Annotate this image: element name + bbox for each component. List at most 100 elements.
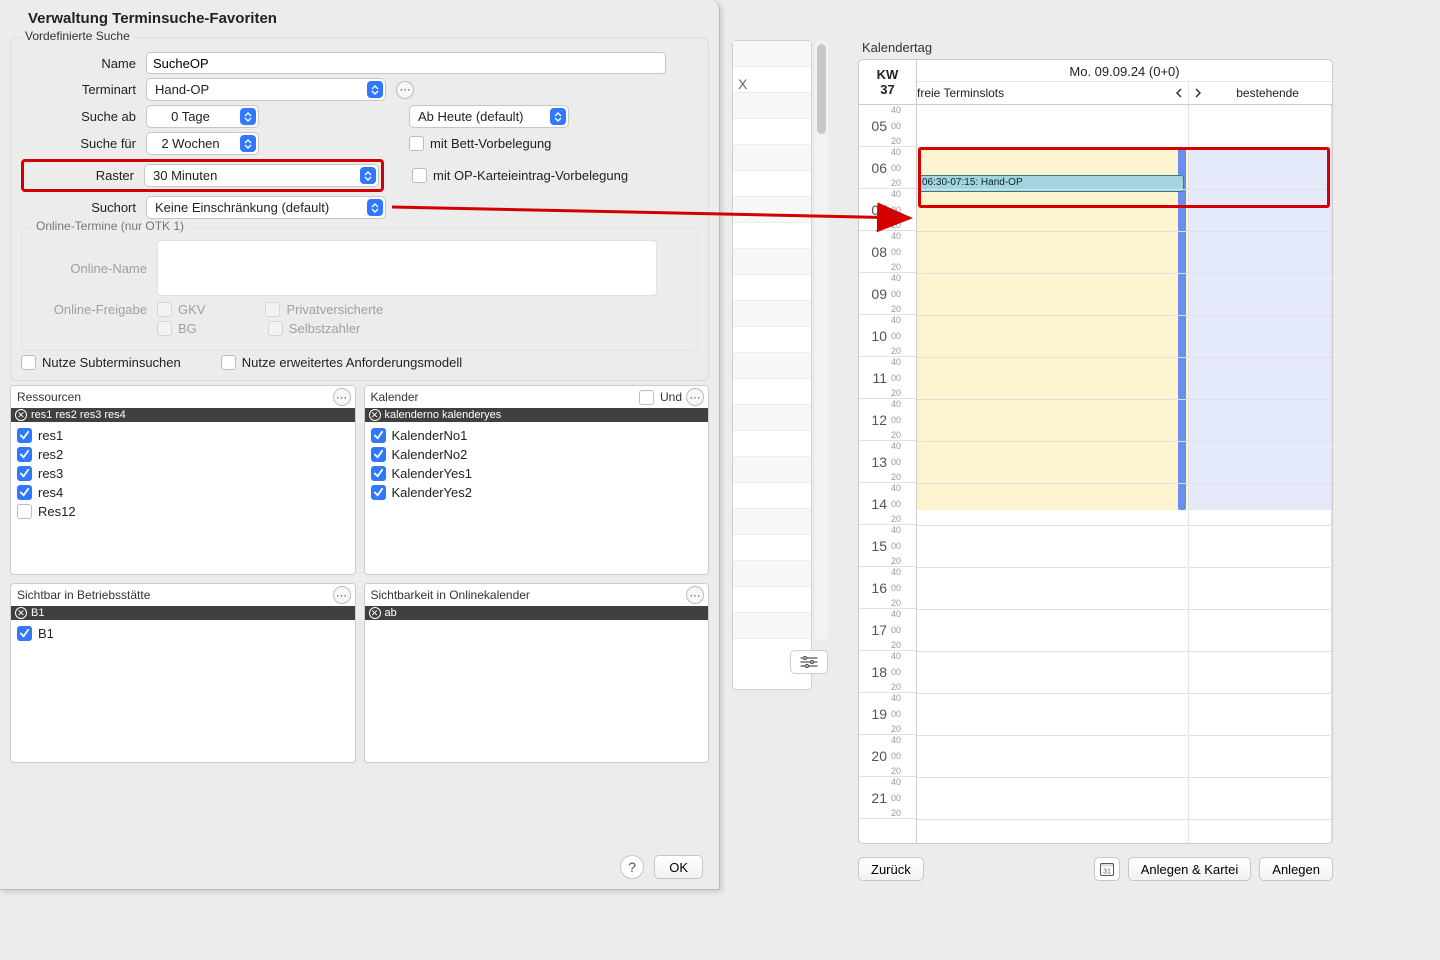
bg-checkbox: BG <box>157 321 197 336</box>
list-item-label: res2 <box>38 447 63 462</box>
raster-highlight-box: Raster 30 Minuten <box>21 159 384 192</box>
label-suchort: Suchort <box>21 200 136 215</box>
clear-icon[interactable]: ✕ <box>15 607 27 619</box>
suche-ab-value: 0 Tage <box>147 109 234 124</box>
list-item[interactable]: Res12 <box>17 502 349 521</box>
list-item-label: KalenderNo1 <box>392 428 468 443</box>
betriebsstaette-panel: Sichtbar in Betriebsstätte ⋯ ✕B1 B1 <box>10 583 356 763</box>
terminart-select[interactable]: Hand-OP <box>146 78 386 101</box>
list-item[interactable]: KalenderNo2 <box>371 445 703 464</box>
mit-bett-label: mit Bett-Vorbelegung <box>430 136 551 151</box>
list-item[interactable]: KalenderNo1 <box>371 426 703 445</box>
raster-select[interactable]: 30 Minuten <box>144 164 379 187</box>
clear-icon[interactable]: ✕ <box>369 607 381 619</box>
suchort-value: Keine Einschränkung (default) <box>155 200 329 215</box>
fieldset-legend: Vordefinierte Suche <box>21 29 134 43</box>
suchort-select[interactable]: Keine Einschränkung (default) <box>146 196 386 219</box>
list-item[interactable]: KalenderYes2 <box>371 483 703 502</box>
onlinekalender-title: Sichtbarkeit in Onlinekalender <box>371 588 530 602</box>
online-termine-legend: Online-Termine (nur OTK 1) <box>32 219 188 233</box>
calendar-day-pane: Kalendertag KW 37 Mo. 09.09.24 (0+0) fre… <box>858 40 1333 880</box>
kalender-und-checkbox[interactable]: Und <box>639 390 682 405</box>
onlinekalender-more-button[interactable]: ⋯ <box>686 586 704 604</box>
background-scrollbar[interactable] <box>815 40 828 640</box>
favorites-dialog: Verwaltung Terminsuche-Favoriten Vordefi… <box>0 0 720 890</box>
predefined-search-fieldset: Vordefinierte Suche Name Terminart Hand-… <box>10 37 709 381</box>
raster-value: 30 Minuten <box>153 168 217 183</box>
list-item-label: res4 <box>38 485 63 500</box>
list-item[interactable]: res1 <box>17 426 349 445</box>
background-close-x[interactable]: X <box>738 76 747 92</box>
terminart-more-button[interactable]: ⋯ <box>396 81 414 99</box>
chevron-updown-icon <box>240 135 256 152</box>
betriebsstaette-title: Sichtbar in Betriebsstätte <box>17 588 150 602</box>
suche-ab-select[interactable]: 0 Tage <box>146 105 259 128</box>
column-free-label: freie Terminslots <box>917 86 1004 100</box>
chevron-updown-icon <box>360 167 376 184</box>
list-item[interactable]: B1 <box>17 624 349 643</box>
mit-bett-checkbox[interactable]: mit Bett-Vorbelegung <box>409 136 551 151</box>
onlinekalender-tag[interactable]: ✕ab <box>365 606 709 620</box>
back-button[interactable]: Zurück <box>858 857 924 881</box>
label-terminart: Terminart <box>21 82 136 97</box>
calendar-body[interactable]: 0540002006400020074000200840002009400020… <box>859 105 1332 843</box>
name-input[interactable] <box>146 52 666 74</box>
background-filter-button[interactable] <box>790 650 828 674</box>
calendar-frame: KW 37 Mo. 09.09.24 (0+0) freie Terminslo… <box>858 59 1333 844</box>
label-online-name: Online-Name <box>32 261 147 276</box>
suche-fuer-value: 2 Wochen <box>147 136 234 151</box>
chevron-updown-icon <box>367 81 383 98</box>
subterminsuchen-checkbox[interactable]: Nutze Subterminsuchen <box>21 355 181 370</box>
gkv-checkbox: GKV <box>157 302 205 317</box>
list-item-label: res1 <box>38 428 63 443</box>
create-and-card-button[interactable]: Anlegen & Kartei <box>1128 857 1252 881</box>
terminart-value: Hand-OP <box>155 82 209 97</box>
suche-ab-mode-select[interactable]: Ab Heute (default) <box>409 105 569 128</box>
label-name: Name <box>21 56 136 71</box>
list-item-label: res3 <box>38 466 63 481</box>
mit-op-checkbox[interactable]: mit OP-Karteieintrag-Vorbelegung <box>412 168 628 183</box>
selbst-checkbox: Selbstzahler <box>268 321 361 336</box>
calendar-date: Mo. 09.09.24 (0+0) <box>917 60 1332 82</box>
calendar-icon-button[interactable]: 31 <box>1094 857 1120 881</box>
chevron-left-icon[interactable] <box>1174 88 1184 98</box>
ressourcen-title: Ressourcen <box>17 390 81 404</box>
ok-button[interactable]: OK <box>654 855 703 879</box>
betriebsstaette-more-button[interactable]: ⋯ <box>333 586 351 604</box>
label-online-freigabe: Online-Freigabe <box>32 302 147 317</box>
kalender-panel: Kalender Und ⋯ ✕kalenderno kalenderyes K… <box>364 385 710 575</box>
clear-icon[interactable]: ✕ <box>369 409 381 421</box>
calendar-week-cell: KW 37 <box>859 60 917 104</box>
onlinekalender-panel: Sichtbarkeit in Onlinekalender ⋯ ✕ab <box>364 583 710 763</box>
list-item-label: KalenderNo2 <box>392 447 468 462</box>
chevron-right-icon[interactable] <box>1193 88 1203 98</box>
list-item-label: KalenderYes2 <box>392 485 472 500</box>
kalender-title: Kalender <box>371 390 419 404</box>
kalender-tag[interactable]: ✕kalenderno kalenderyes <box>365 408 709 422</box>
privat-checkbox: Privatversicherte <box>265 302 383 317</box>
suche-ab-mode-value: Ab Heute (default) <box>418 109 524 124</box>
clear-icon[interactable]: ✕ <box>15 409 27 421</box>
svg-text:31: 31 <box>1103 869 1111 876</box>
list-item[interactable]: res2 <box>17 445 349 464</box>
ressourcen-more-button[interactable]: ⋯ <box>333 388 351 406</box>
chevron-updown-icon <box>367 199 383 216</box>
calendar-section-title: Kalendertag <box>862 40 1333 55</box>
kalender-more-button[interactable]: ⋯ <box>686 388 704 406</box>
suche-fuer-select[interactable]: 2 Wochen <box>146 132 259 155</box>
erweitertes-modell-checkbox[interactable]: Nutze erweitertes Anforderungsmodell <box>221 355 462 370</box>
label-suche-fuer: Suche für <box>21 136 136 151</box>
betriebsstaette-tag[interactable]: ✕B1 <box>11 606 355 620</box>
event-text: 06:30-07:15: Hand-OP <box>922 177 1023 188</box>
create-button[interactable]: Anlegen <box>1259 857 1333 881</box>
chevron-updown-icon <box>240 108 256 125</box>
list-item[interactable]: res4 <box>17 483 349 502</box>
list-item[interactable]: res3 <box>17 464 349 483</box>
mit-op-label: mit OP-Karteieintrag-Vorbelegung <box>433 168 628 183</box>
calendar-footer: Zurück 31 Anlegen & Kartei Anlegen <box>858 854 1333 884</box>
list-item[interactable]: KalenderYes1 <box>371 464 703 483</box>
help-button[interactable]: ? <box>620 855 644 879</box>
ressourcen-tag[interactable]: ✕res1 res2 res3 res4 <box>11 408 355 422</box>
chevron-updown-icon <box>550 108 566 125</box>
online-termine-fieldset: Online-Termine (nur OTK 1) Online-Name O… <box>21 227 698 351</box>
